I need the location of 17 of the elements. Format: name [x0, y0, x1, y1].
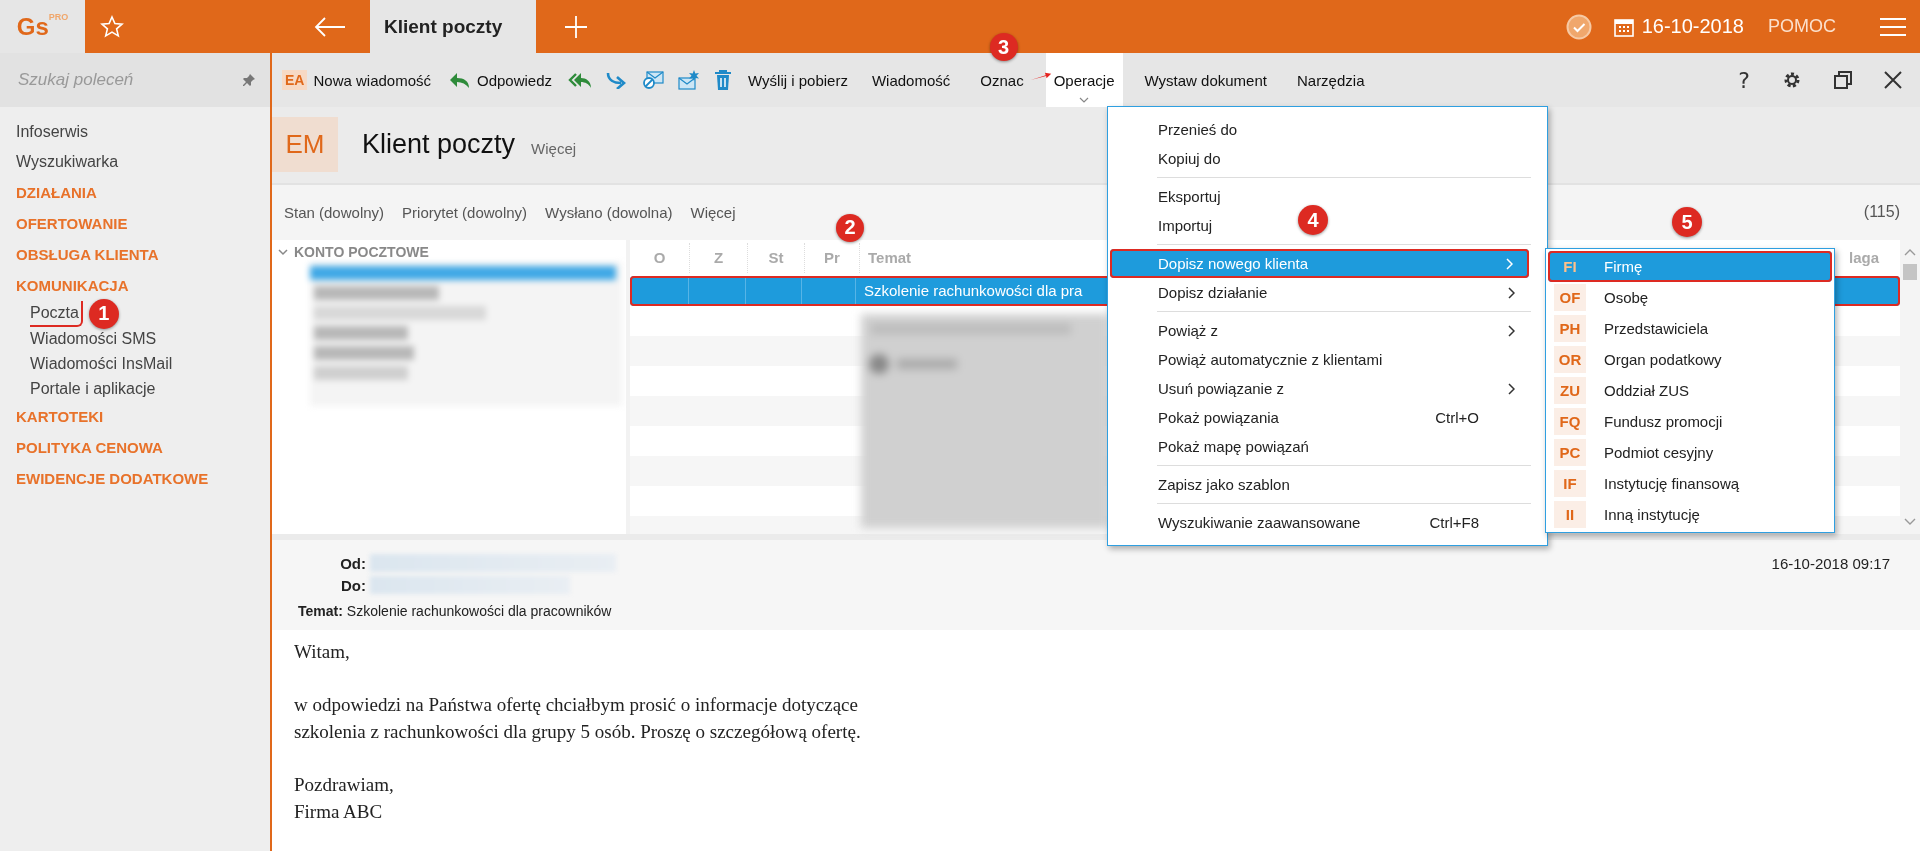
date-text: 16-10-2018	[1641, 15, 1744, 38]
annotation-badge: 4	[1298, 205, 1328, 235]
logo-superscript: PRO	[48, 12, 69, 22]
message-paragraph: Witam,	[294, 640, 351, 664]
to-label: Do:	[340, 576, 366, 594]
logo-text: Gs	[16, 12, 49, 41]
message-paragraph: w odpowiedzi na Państwa ofertę chciałbym prosić o informacje dotyczące szkolenia z rachunkowości dla grupy 5 osób. Proszę o szczegółową ofertę.	[294, 693, 862, 744]
annotation-badge: 1	[88, 298, 119, 329]
date-text: 16-10-2018 09:17	[1771, 554, 1890, 572]
message-paragraph: Pozdrawiam, Firma ABC	[294, 773, 395, 824]
table-cell-text: Szkolenie rachunkowości dla pra	[863, 282, 1083, 300]
page-title: Klient poczty	[362, 129, 516, 161]
subject-text: Szkolenie rachunkowości dla pracowników	[346, 603, 612, 619]
message-count: (115)	[1863, 203, 1900, 222]
module-badge: EM	[272, 117, 338, 173]
from-label: Od:	[339, 554, 366, 572]
subject-label: Temat:	[298, 603, 343, 619]
